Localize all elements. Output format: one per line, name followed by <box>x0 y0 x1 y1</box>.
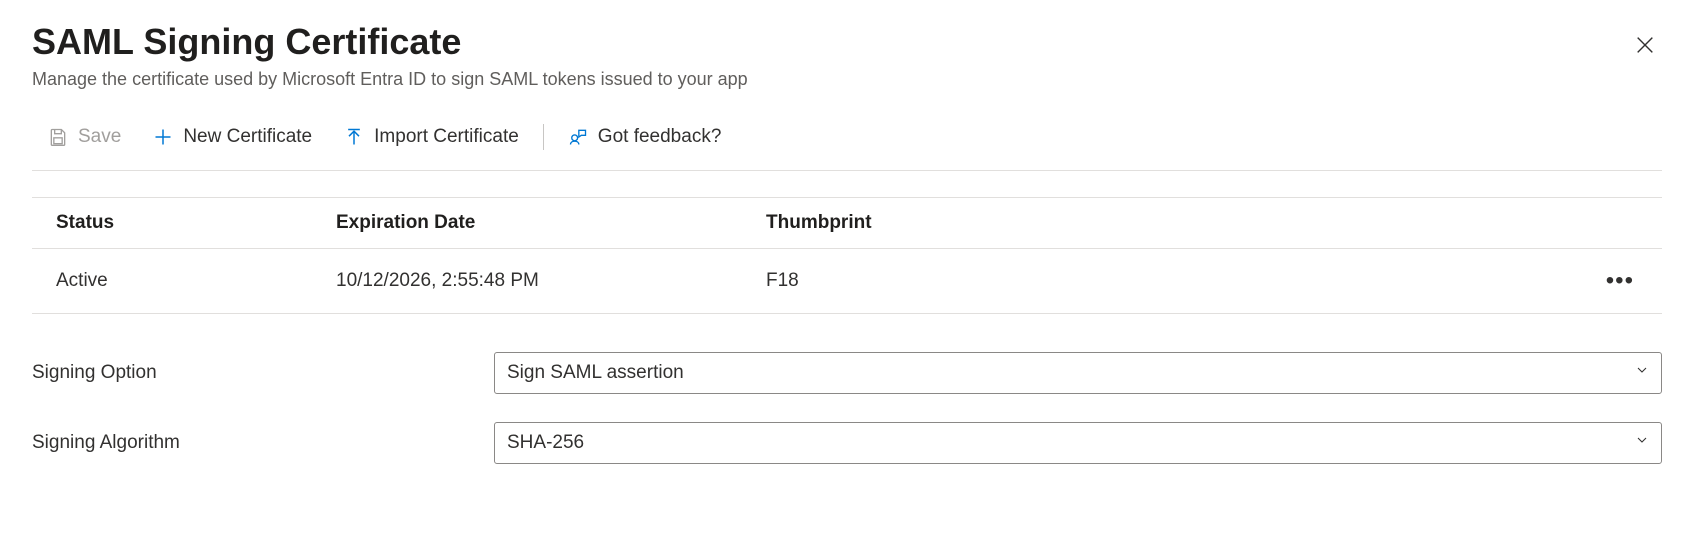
chevron-down-icon <box>1634 362 1650 384</box>
table-header-row: Status Expiration Date Thumbprint <box>32 197 1662 249</box>
upload-arrow-icon <box>344 127 364 147</box>
feedback-label: Got feedback? <box>598 126 722 148</box>
more-icon: ••• <box>1606 267 1634 294</box>
column-header-thumbprint: Thumbprint <box>766 212 1578 234</box>
signing-algorithm-value: SHA-256 <box>507 432 584 454</box>
new-certificate-label: New Certificate <box>183 126 312 148</box>
page-title: SAML Signing Certificate <box>32 20 748 63</box>
signing-option-value: Sign SAML assertion <box>507 362 684 384</box>
table-row: Active 10/12/2026, 2:55:48 PM F18 ••• <box>32 249 1662 314</box>
page-subtitle: Manage the certificate used by Microsoft… <box>32 69 748 90</box>
close-button[interactable] <box>1628 28 1662 65</box>
cell-expiration: 10/12/2026, 2:55:48 PM <box>336 270 766 292</box>
close-icon <box>1634 44 1656 59</box>
save-button: Save <box>32 120 137 154</box>
chevron-down-icon <box>1634 432 1650 454</box>
column-header-expiration: Expiration Date <box>336 212 766 234</box>
signing-option-select[interactable]: Sign SAML assertion <box>494 352 1662 394</box>
column-header-status: Status <box>56 212 336 234</box>
signing-algorithm-select[interactable]: SHA-256 <box>494 422 1662 464</box>
plus-icon <box>153 127 173 147</box>
certificates-table: Status Expiration Date Thumbprint Active… <box>32 197 1662 314</box>
save-label: Save <box>78 126 121 148</box>
toolbar-separator <box>543 124 544 150</box>
signing-option-label: Signing Option <box>32 362 494 384</box>
cell-thumbprint: F18 <box>766 270 1578 292</box>
import-certificate-label: Import Certificate <box>374 126 519 148</box>
save-icon <box>48 127 68 147</box>
toolbar: Save New Certificate Import Certificate <box>32 120 1662 171</box>
new-certificate-button[interactable]: New Certificate <box>137 120 328 154</box>
feedback-button[interactable]: Got feedback? <box>552 120 738 154</box>
form-section: Signing Option Sign SAML assertion Signi… <box>32 352 1662 464</box>
row-more-button[interactable]: ••• <box>1602 263 1638 299</box>
cell-status: Active <box>56 270 336 292</box>
import-certificate-button[interactable]: Import Certificate <box>328 120 535 154</box>
signing-algorithm-label: Signing Algorithm <box>32 432 494 454</box>
feedback-icon <box>568 127 588 147</box>
